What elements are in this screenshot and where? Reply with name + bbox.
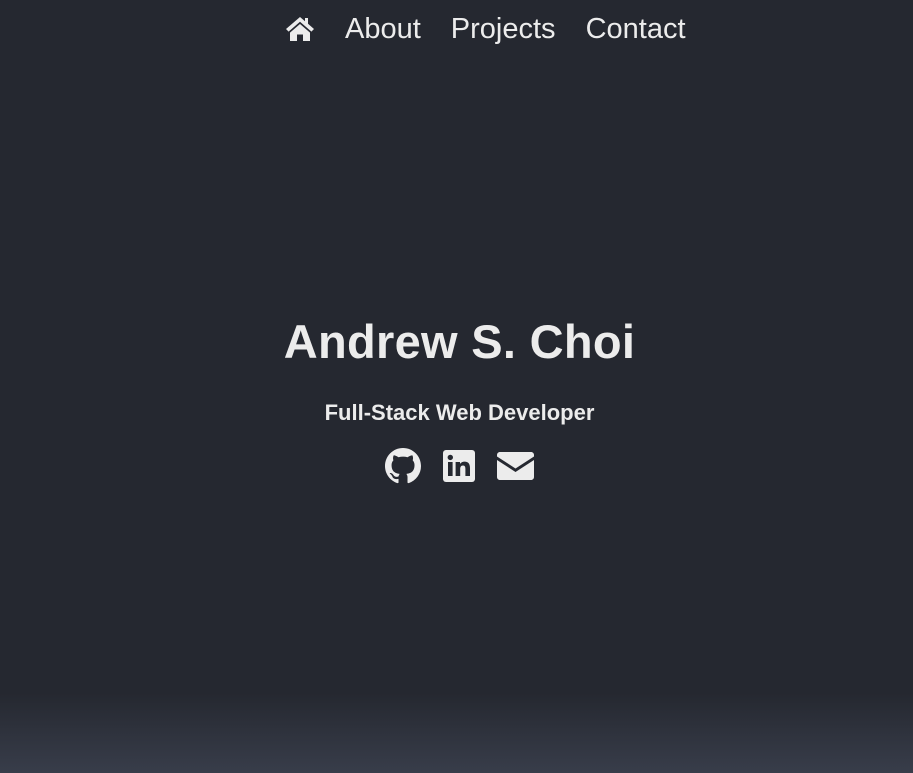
home-icon [286, 17, 314, 41]
hero-role: Full-Stack Web Developer [324, 400, 595, 425]
linkedin-icon [443, 450, 475, 482]
envelope-icon [496, 452, 534, 480]
social-links [384, 448, 534, 484]
nav-link-contact[interactable]: Contact [586, 12, 686, 46]
github-icon [385, 448, 421, 484]
home-link[interactable] [285, 14, 315, 44]
nav-link-projects[interactable]: Projects [451, 12, 556, 46]
nav-link-about[interactable]: About [345, 12, 421, 46]
top-nav: About Projects Contact [285, 12, 686, 46]
hero-name: Andrew S. Choi [283, 315, 636, 368]
github-link[interactable] [384, 448, 422, 484]
email-link[interactable] [496, 448, 534, 484]
linkedin-link[interactable] [440, 448, 478, 484]
bottom-gradient [0, 693, 913, 773]
